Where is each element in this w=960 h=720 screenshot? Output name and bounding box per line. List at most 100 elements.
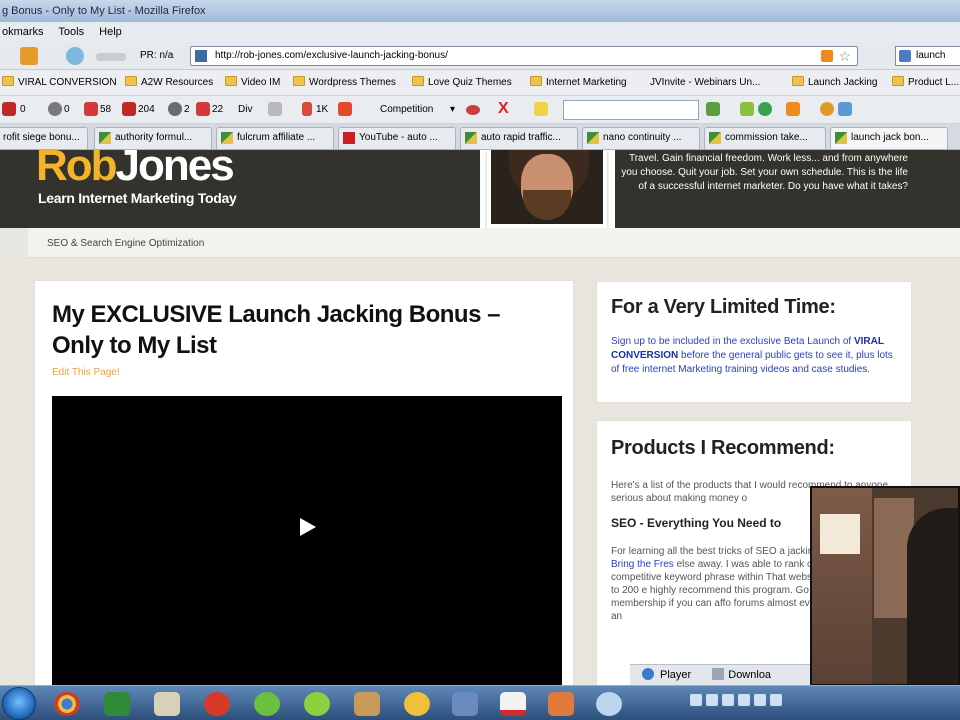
search-engine-icon[interactable]	[899, 50, 911, 62]
video-player[interactable]	[52, 396, 562, 685]
downloads-label[interactable]: Downloa	[728, 669, 771, 681]
chrome-icon[interactable]	[54, 692, 80, 716]
archive-icon[interactable]	[48, 102, 62, 116]
tab-profit-siege[interactable]: rofit siege bonu...	[0, 127, 88, 149]
bookmark-a2w-resources[interactable]: A2W Resources	[125, 76, 213, 90]
alien-icon[interactable]	[304, 692, 330, 716]
tray-icon[interactable]	[738, 694, 750, 706]
youtube-favicon-icon	[343, 132, 355, 144]
tray-icon[interactable]	[770, 694, 782, 706]
folder-icon	[293, 76, 305, 86]
counter-globe[interactable]: 2	[184, 104, 190, 116]
webcam-overlay	[810, 486, 960, 686]
bookmark-launch-jacking[interactable]: Launch Jacking	[792, 76, 878, 90]
dropdown-arrow-icon[interactable]: ▾	[450, 104, 455, 116]
tab-auto-rapid-traffic[interactable]: auto rapid traffic...	[460, 127, 578, 149]
folder-icon	[530, 76, 542, 86]
site-logo[interactable]: RobJones	[36, 150, 235, 194]
emoticon-icon[interactable]	[404, 692, 430, 716]
pencil-app-icon[interactable]	[154, 692, 180, 716]
ccleaner-icon[interactable]	[204, 692, 230, 716]
toolbar-search-input[interactable]	[563, 100, 699, 120]
bookmark-viral-conversion[interactable]: VIRAL CONVERSION	[2, 76, 117, 90]
category-link-seo[interactable]: SEO & Search Engine Optimization	[47, 238, 204, 249]
bookmark-wordpress-themes[interactable]: Wordpress Themes	[293, 76, 396, 90]
products-title: Products I Recommend:	[611, 437, 835, 459]
competition-dropdown[interactable]: Competition	[380, 104, 433, 116]
presentation-icon[interactable]	[548, 692, 574, 716]
player-label[interactable]: Player	[660, 669, 691, 681]
msn-links-icon[interactable]	[196, 102, 210, 116]
notes-icon[interactable]	[534, 102, 548, 116]
ufo-icon[interactable]	[466, 105, 480, 115]
downloads-icon[interactable]	[712, 668, 725, 680]
addon-icon[interactable]	[66, 47, 84, 65]
bookmark-internet-marketing[interactable]: Internet Marketing	[530, 76, 627, 90]
edit-page-link[interactable]: Edit This Page!	[52, 367, 120, 378]
yahoo-icon[interactable]	[2, 102, 16, 116]
counter-yahoo-links[interactable]: 204	[138, 104, 155, 116]
play-icon[interactable]	[300, 518, 316, 536]
counter-yahoo[interactable]: 0	[20, 104, 26, 116]
delicious-icon[interactable]	[302, 102, 312, 116]
tab-nano-continuity[interactable]: nano continuity ...	[582, 127, 700, 149]
window-title: g Bonus - Only to My List - Mozilla Fire…	[2, 5, 206, 17]
beta-signup-link[interactable]: Sign up to be included in the exclusive …	[611, 335, 901, 377]
folder-icon	[225, 76, 237, 86]
tab-fulcrum-affiliate[interactable]: fulcrum affiliate ...	[216, 127, 334, 149]
x-close-icon[interactable]: X	[498, 101, 512, 117]
tray-icon[interactable]	[754, 694, 766, 706]
link-icon[interactable]	[706, 102, 720, 116]
camera-icon[interactable]	[452, 692, 478, 716]
tray-icon[interactable]	[706, 694, 718, 706]
folder-icon	[892, 76, 904, 86]
menu-tools[interactable]: Tools	[58, 26, 84, 38]
magnifier-icon[interactable]	[596, 692, 622, 716]
settings-icon[interactable]	[838, 102, 852, 116]
bring-the-fresh-link[interactable]: Bring the Fres	[611, 559, 674, 570]
search-box[interactable]: launch	[895, 46, 960, 66]
menu-bookmarks[interactable]: okmarks	[2, 26, 44, 38]
bookmark-star-icon[interactable]: ☆	[838, 47, 851, 65]
bookmark-product-l[interactable]: Product L...	[892, 76, 959, 90]
bolt-icon[interactable]	[740, 102, 754, 116]
url-bar[interactable]: http://rob-jones.com/exclusive-launch-ja…	[190, 46, 858, 66]
globe-icon[interactable]	[168, 102, 182, 116]
window-title-bar: g Bonus - Only to My List - Mozilla Fire…	[0, 0, 960, 22]
bookmark-love-quiz-themes[interactable]: Love Quiz Themes	[412, 76, 512, 90]
counter-delicious[interactable]: 1K	[316, 104, 328, 116]
menu-help[interactable]: Help	[99, 26, 122, 38]
tab-commission-take[interactable]: commission take...	[704, 127, 826, 149]
counter-archive[interactable]: 0	[64, 104, 70, 116]
pdf-icon[interactable]	[500, 692, 526, 716]
tray-icon[interactable]	[722, 694, 734, 706]
counter-msn-links[interactable]: 22	[212, 104, 223, 116]
pencil-icon[interactable]	[20, 47, 38, 65]
tab-youtube[interactable]: YouTube - auto ...	[338, 127, 456, 149]
tab-launch-jack-bonus[interactable]: launch jack bon...	[830, 127, 948, 149]
msn-icon[interactable]	[84, 102, 98, 116]
gear-icon[interactable]	[820, 102, 834, 116]
div-dropdown[interactable]: Div	[238, 104, 252, 116]
smiley-green-icon[interactable]	[254, 692, 280, 716]
bookmark-video-im[interactable]: Video IM	[225, 76, 280, 90]
bookmark-jvinvite[interactable]: JVInvite - Webinars Un...	[650, 76, 760, 90]
yahoo-links-icon[interactable]	[122, 102, 136, 116]
home-tab[interactable]	[0, 228, 28, 258]
search-value: launch	[916, 50, 946, 61]
package-icon[interactable]	[354, 692, 380, 716]
tray-icon[interactable]	[690, 694, 702, 706]
start-button[interactable]	[2, 687, 36, 720]
rss-icon[interactable]	[786, 102, 800, 116]
excel-icon[interactable]	[104, 692, 130, 716]
tab-authority-formula[interactable]: authority formul...	[94, 127, 212, 149]
refresh-icon[interactable]	[758, 102, 772, 116]
rss-feed-icon[interactable]	[821, 50, 833, 62]
google-pagerank-icon[interactable]	[96, 53, 126, 61]
pagerank-label: PR: n/a	[140, 50, 174, 61]
header-blurb: Travel. Gain financial freedom. Work les…	[621, 153, 908, 192]
counter-msn[interactable]: 58	[100, 104, 111, 116]
alert-icon[interactable]	[338, 102, 352, 116]
chart-icon[interactable]	[268, 102, 282, 116]
player-icon[interactable]	[642, 668, 654, 680]
